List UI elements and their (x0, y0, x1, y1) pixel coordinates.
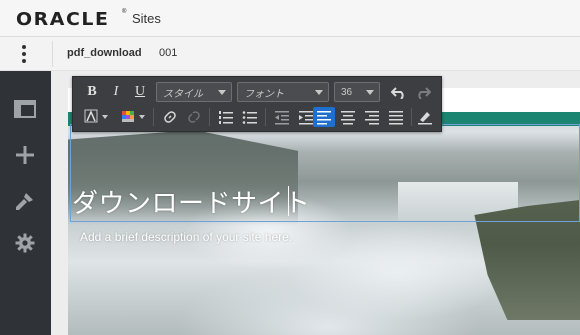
chevron-down-icon (366, 90, 374, 95)
add-icon[interactable] (13, 143, 37, 167)
top-bar: ORACLE ® Sites (0, 0, 580, 37)
divider (52, 41, 53, 67)
layout-icon[interactable] (13, 97, 37, 121)
redo-icon[interactable] (413, 82, 433, 102)
justify-icon[interactable] (386, 107, 406, 127)
chevron-down-icon (315, 90, 323, 95)
hero-description[interactable]: Add a brief description of your site her… (80, 230, 292, 244)
site-name: pdf_download (67, 47, 142, 59)
align-center-icon[interactable] (338, 107, 358, 127)
oracle-logo: ORACLE (16, 9, 110, 30)
style-select[interactable]: スタイル (156, 82, 232, 102)
align-left-icon[interactable] (313, 107, 335, 127)
divider (209, 108, 210, 126)
app-name: Sites (132, 11, 161, 26)
numbered-list-icon[interactable] (216, 107, 236, 127)
align-right-icon[interactable] (362, 107, 382, 127)
font-select[interactable]: フォント (237, 82, 329, 102)
bulleted-list-icon[interactable] (240, 107, 260, 127)
underline-button[interactable]: U (131, 82, 149, 102)
text-caret (288, 186, 289, 216)
divider (411, 108, 412, 126)
hero-title[interactable]: ダウンロードサイト (72, 183, 311, 220)
brush-icon[interactable] (13, 189, 37, 213)
chevron-down-icon (218, 90, 226, 95)
bold-button[interactable]: B (83, 82, 101, 102)
registered-mark: ® (122, 9, 127, 15)
rich-text-toolbar: B I U スタイル フォント 36 (72, 76, 442, 132)
undo-icon[interactable] (389, 82, 409, 102)
left-sidebar (0, 71, 51, 335)
italic-button[interactable]: I (107, 82, 125, 102)
font-size-select[interactable]: 36 (334, 82, 380, 102)
site-bar: pdf_download 001 (0, 37, 580, 71)
clear-format-icon[interactable] (415, 107, 435, 127)
settings-gear-icon[interactable] (13, 231, 37, 255)
background-color-icon[interactable] (120, 107, 148, 127)
font-color-icon[interactable] (83, 107, 111, 127)
more-menu-icon[interactable] (18, 45, 30, 63)
link-icon[interactable] (160, 107, 180, 127)
divider (153, 108, 154, 126)
unlink-icon[interactable] (184, 107, 204, 127)
divider (265, 108, 266, 126)
outdent-icon[interactable] (272, 107, 292, 127)
site-update-name: 001 (159, 47, 178, 59)
